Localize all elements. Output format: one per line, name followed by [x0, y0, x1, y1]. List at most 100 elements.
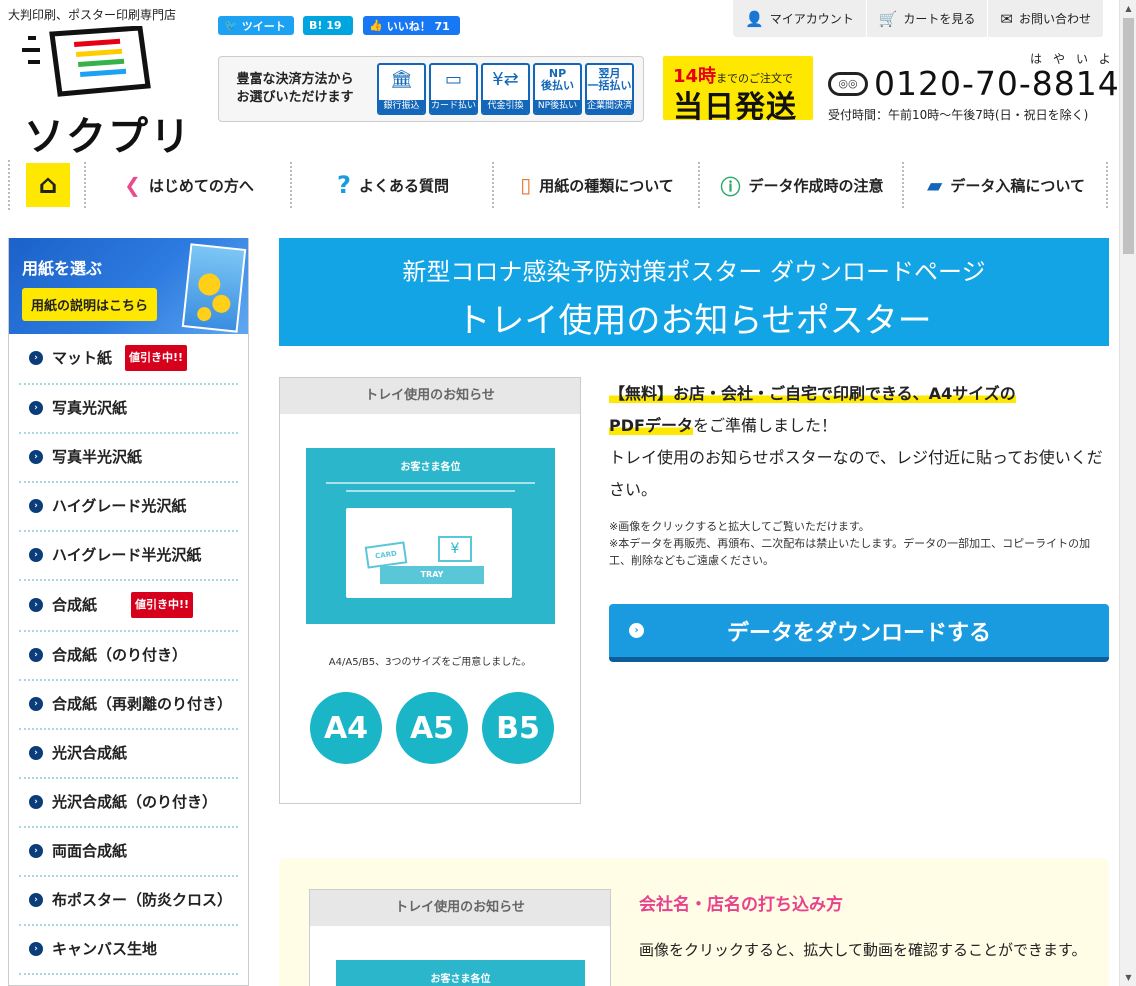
chevron-right-icon: ›	[29, 351, 43, 365]
page-subtitle: 新型コロナ感染予防対策ポスター ダウンロードページ	[402, 258, 986, 286]
paper-guide-button[interactable]: 用紙の説明はこちら	[22, 288, 158, 321]
np-icon: NP 後払い	[541, 67, 574, 92]
size-note: A4/A5/B5、3つのサイズをご用意しました。	[328, 657, 532, 668]
tweet-button[interactable]: 🐦 ツイート	[218, 16, 294, 35]
view-cart-link[interactable]: 🛒 カートを見る	[867, 0, 989, 37]
sidebar-header: 用紙を選ぶ 用紙の説明はこちら	[9, 238, 248, 334]
business-hours: 受付時間：午前10時〜午後7時(日・祝日を除く)	[828, 108, 1089, 122]
payment-np-deferred: NP 後払い NP後払い	[533, 63, 582, 115]
download-button[interactable]: › データをダウンロードする	[609, 604, 1109, 662]
poster-text-line	[346, 490, 515, 492]
bank-icon: 🏛	[390, 69, 413, 90]
site-tagline: 大判印刷、ポスター印刷専門店	[8, 8, 177, 22]
howto-section: トレイ使用のお知らせ お客さま各位 会社名・店名の打ち込み方 画像をクリックする…	[279, 858, 1109, 986]
sidebar-item-glossy-synthetic-adhesive[interactable]: › 光沢合成紙（のり付き）	[19, 779, 238, 828]
phone-number[interactable]: ◎◎ 0120-70-8814	[828, 64, 1120, 103]
poster-text-line	[326, 482, 535, 484]
card-illustration: CARD	[364, 541, 408, 569]
chevron-right-icon: ›	[29, 598, 43, 612]
sidebar-item-highgrade-semiglossy[interactable]: › ハイグレード半光沢紙	[19, 532, 238, 581]
caution-icon: ⓘ	[720, 174, 741, 199]
poster-illustration: CARD ¥ TRAY	[346, 508, 512, 598]
payment-bank-transfer: 🏛 銀行振込	[377, 63, 426, 115]
description-body: トレイ使用のお知らせポスターなので、レジ付近に貼ってお使いください。	[609, 448, 1103, 499]
payment-card: ▭ カード払い	[429, 63, 478, 115]
sidebar-item-cloth[interactable]: › 布ポスター（防炎クロス）	[19, 877, 238, 926]
payment-methods-banner[interactable]: 豊富な決済方法から お選びいただけます 🏛 銀行振込 ▭ カード払い ¥⇄ 代金…	[218, 56, 644, 122]
sunflower-image	[181, 243, 247, 333]
sidebar-item-photo-semiglossy[interactable]: › 写真半光沢紙	[19, 434, 238, 483]
nav-beginners[interactable]: ❮ はじめての方へ	[86, 160, 292, 210]
payment-methods-title: 豊富な決済方法から お選びいただけます	[236, 72, 354, 105]
tray-illustration: TRAY	[380, 566, 484, 584]
yen-illustration: ¥	[438, 536, 472, 562]
scroll-up-icon[interactable]: ▲	[1120, 0, 1136, 17]
chevron-right-icon: ›	[29, 942, 43, 956]
top-utility-nav: 👤 マイアカウント 🛒 カートを見る ✉ お問い合わせ	[733, 0, 1104, 37]
person-icon: 👤	[745, 9, 764, 28]
logo-wordmark[interactable]: ソクプリ	[24, 104, 192, 162]
nav-data-submission[interactable]: ▰ データ入稿について	[904, 160, 1108, 210]
page-banner: 新型コロナ感染予防対策ポスター ダウンロードページ トレイ使用のお知らせポスター	[279, 238, 1109, 346]
howto-body: 画像をクリックすると、拡大して動画を確認することができます。	[639, 941, 1087, 959]
sidebar-item-synthetic-adhesive[interactable]: › 合成紙（のり付き）	[19, 632, 238, 681]
cash-on-delivery-icon: ¥⇄	[492, 69, 519, 90]
chevron-right-icon: ›	[29, 893, 43, 907]
sidebar-title: 用紙を選ぶ	[22, 259, 103, 278]
sidebar-item-photo-glossy[interactable]: › 写真光沢紙	[19, 385, 238, 434]
poster-thumbnail[interactable]: お客さま各位 CARD ¥ TRAY	[306, 448, 555, 624]
paper-list: › マット紙 値引き中!! › 写真光沢紙 › 写真半光沢紙 › ハイグレード光…	[9, 334, 248, 975]
sidebar-item-matte[interactable]: › マット紙 値引き中!!	[19, 334, 238, 385]
chevron-right-icon: ›	[29, 499, 43, 513]
hatena-label: B! 19	[309, 19, 342, 32]
nav-data-notes[interactable]: ⓘ データ作成時の注意	[700, 160, 904, 210]
main-nav: ⌂ ❮ はじめての方へ ? よくある質問 ▯ 用紙の種類について ⓘ データ作成…	[8, 160, 1108, 210]
cart-icon: 🛒	[878, 9, 898, 28]
home-icon: ⌂	[26, 163, 70, 207]
my-account-link[interactable]: 👤 マイアカウント	[733, 0, 867, 37]
same-day-shipping-badge: 14時までのご注文で 当日発送	[663, 56, 813, 125]
paper-icon: ▯	[520, 173, 532, 197]
facebook-like-button[interactable]: 👍 いいね！ 71	[363, 16, 460, 35]
scrollbar-thumb[interactable]	[1123, 18, 1134, 254]
howto-title: 会社名・店名の打ち込み方	[639, 895, 843, 915]
chevron-right-icon: ›	[629, 623, 644, 638]
sidebar-item-canvas[interactable]: › キャンバス生地	[19, 926, 238, 975]
preview-header: トレイ使用のお知らせ	[280, 378, 580, 414]
scroll-down-icon[interactable]: ▼	[1120, 969, 1136, 986]
folder-icon: ▰	[927, 173, 943, 197]
chevron-right-icon: ›	[29, 795, 43, 809]
howto-preview-header: トレイ使用のお知らせ	[310, 890, 610, 926]
poster-title: お客さま各位	[400, 462, 461, 473]
sidebar-item-glossy-synthetic[interactable]: › 光沢合成紙	[19, 730, 238, 779]
twitter-icon: 🐦	[224, 19, 238, 32]
card-icon: ▭	[444, 69, 462, 90]
nav-faq[interactable]: ? よくある質問	[292, 160, 494, 210]
nav-home[interactable]: ⌂	[8, 160, 86, 210]
logo-icon	[22, 25, 151, 97]
sidebar-item-synthetic-removable[interactable]: › 合成紙（再剥離のり付き）	[19, 681, 238, 730]
chevron-right-icon: ›	[29, 548, 43, 562]
chevron-right-icon: ›	[29, 401, 43, 415]
size-a5-badge: A5	[396, 692, 468, 764]
poster-preview[interactable]: トレイ使用のお知らせ お客さま各位 CARD ¥ TRAY A4/A5/B5、3…	[279, 377, 581, 804]
sidebar-item-synthetic[interactable]: › 合成紙 値引き中!!	[19, 581, 238, 632]
nav-paper-types[interactable]: ▯ 用紙の種類について	[494, 160, 700, 210]
sidebar-item-double-sided[interactable]: › 両面合成紙	[19, 828, 238, 877]
payment-business: 翌月 一括払い 企業間決済	[585, 63, 634, 115]
contact-link[interactable]: ✉ お問い合わせ	[988, 0, 1104, 37]
description-notes: ※画像をクリックすると拡大してご覧いただけます。 ※本データを再販売、再頒布、二…	[609, 520, 1091, 567]
hatena-bookmark-button[interactable]: B! 19	[303, 16, 353, 35]
howto-preview[interactable]: トレイ使用のお知らせ お客さま各位	[309, 889, 611, 986]
monthly-icon: 翌月 一括払い	[587, 67, 632, 92]
chevron-right-icon: ›	[29, 697, 43, 711]
mail-icon: ✉	[1000, 9, 1013, 28]
page-scrollbar[interactable]: ▲ ▼	[1119, 0, 1136, 986]
sidebar-item-highgrade-glossy[interactable]: › ハイグレード光沢紙	[19, 483, 238, 532]
like-label: いいね！ 71	[386, 19, 450, 33]
size-b5-badge: B5	[482, 692, 554, 764]
payment-cash-on-delivery: ¥⇄ 代金引換	[481, 63, 530, 115]
chevron-right-icon: ›	[29, 648, 43, 662]
howto-poster-thumbnail: お客さま各位	[336, 960, 585, 986]
paper-sidebar: 用紙を選ぶ 用紙の説明はこちら › マット紙 値引き中!! › 写真光沢紙 › …	[8, 238, 249, 986]
